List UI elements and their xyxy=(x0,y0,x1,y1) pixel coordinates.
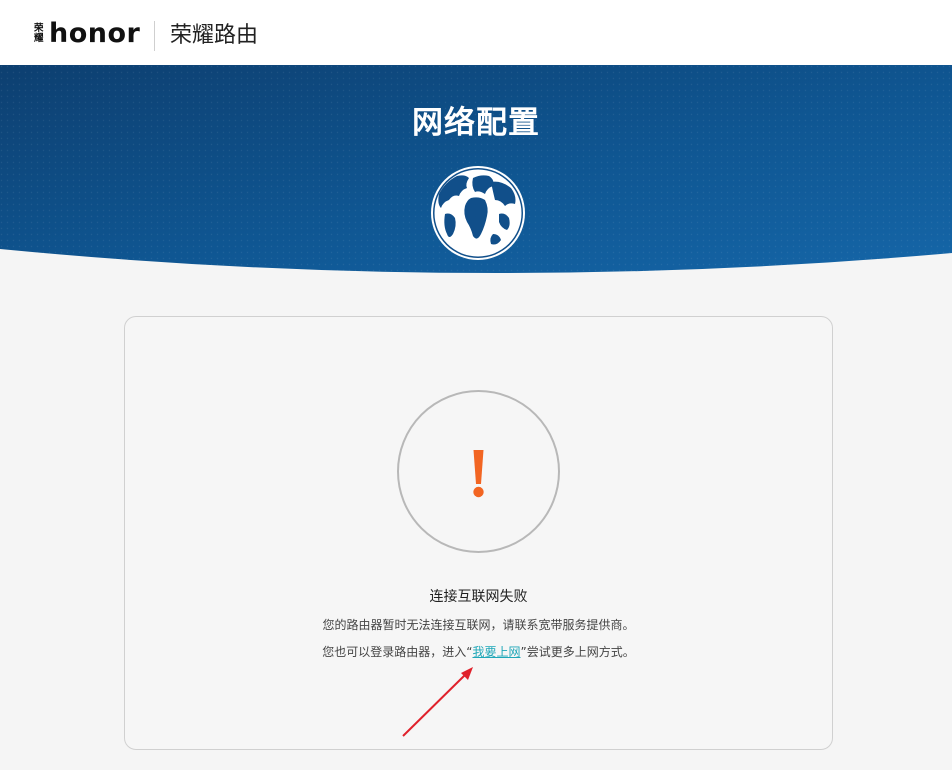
page-title: 网络配置 xyxy=(412,105,540,141)
internet-access-link[interactable]: 我要上网 xyxy=(472,645,520,659)
status-hint: 您也可以登录路由器，进入“我要上网”尝试更多上网方式。 xyxy=(125,643,832,660)
hint-text-after: ”尝试更多上网方式。 xyxy=(520,645,635,659)
top-header: 荣 耀 honor 荣耀路由 xyxy=(0,0,952,65)
status-description: 您的路由器暂时无法连接互联网，请联系宽带服务提供商。 xyxy=(322,618,635,632)
hint-text-before: 您也可以登录路由器，进入“ xyxy=(322,645,473,659)
status-card: 连接互联网失败 您的路由器暂时无法连接互联网，请联系宽带服务提供商。 您也可以登… xyxy=(124,316,833,750)
status-title: 连接互联网失败 xyxy=(429,589,528,605)
banner: 网络配置 xyxy=(0,65,952,283)
logo-wordmark: honor xyxy=(49,18,141,49)
warning-icon xyxy=(473,450,484,498)
header-divider xyxy=(154,21,155,51)
globe-icon xyxy=(431,166,525,260)
honor-logo: 荣 耀 honor xyxy=(34,20,140,48)
warning-circle xyxy=(397,390,560,553)
logo-cn-mark: 荣 耀 xyxy=(34,24,46,44)
logo-cn-char-2: 耀 xyxy=(34,33,44,44)
product-name: 荣耀路由 xyxy=(170,23,259,48)
